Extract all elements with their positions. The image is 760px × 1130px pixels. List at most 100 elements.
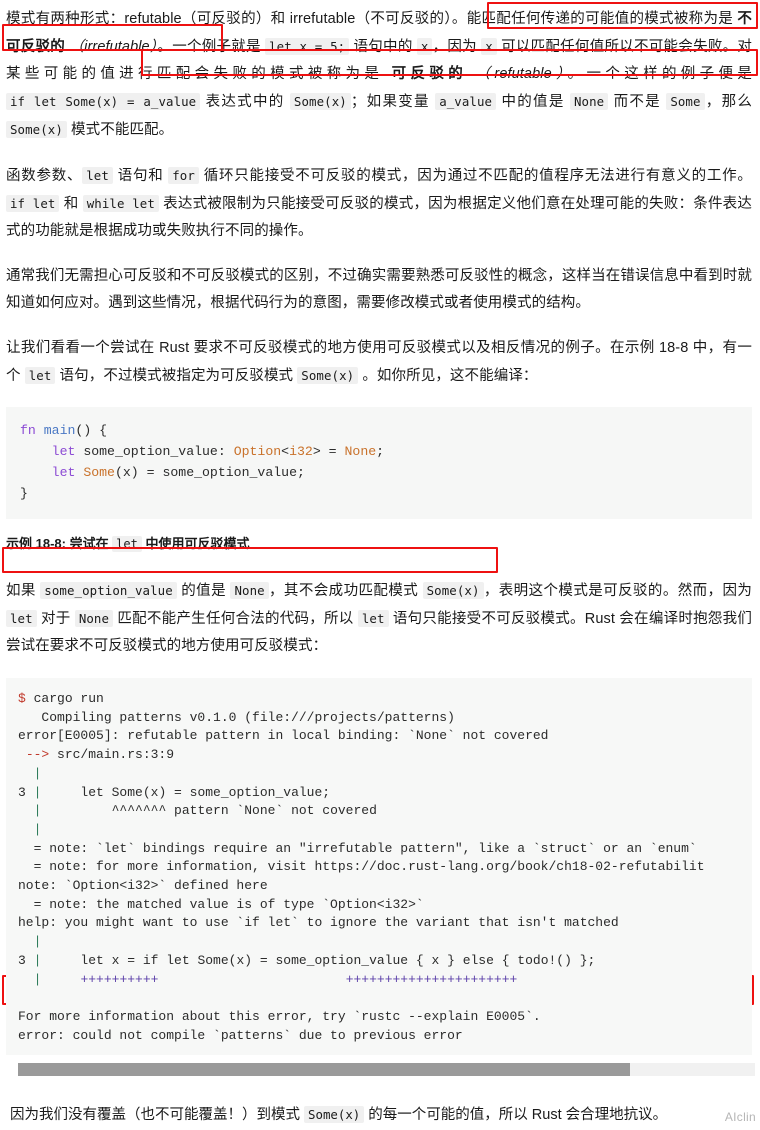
paragraph-where-irrefutable-required: 函数参数、 let 语句和 for 循环只能接受不可反驳的模式，因为通过不匹配的值… <box>6 162 752 245</box>
code-token: () { <box>75 423 108 438</box>
code-token: ++++++++++ <box>80 971 159 987</box>
inline-code-let-x-5: let x = 5; <box>265 38 350 55</box>
inline-code-some-x-2: Some(x) <box>6 121 67 138</box>
p2-seg3: 循环只能接受不可反驳的模式，因为通过不匹配的值程序无法进行有意义的工作。 <box>198 168 753 184</box>
p1-seg3: 。一个例子就是 <box>157 39 266 55</box>
rust-code-block: fn main() { let some_option_value: Optio… <box>6 407 752 519</box>
code-token: cargo run <box>25 691 104 706</box>
p1-seg4: 语句中的 <box>349 39 417 55</box>
inline-code-none-1: None <box>569 93 609 110</box>
code-token: Some <box>83 465 115 480</box>
code-token: some_option_value: <box>83 444 234 459</box>
p5-seg6: 匹配不能产生任何合法的代码，所以 <box>113 611 358 627</box>
code-token: i32 <box>289 444 313 459</box>
inline-code-let-2: let <box>24 367 56 384</box>
inline-code-let-caption: let <box>112 536 142 552</box>
p4-seg2: 语句，不过模式被指定为可反驳模式 <box>55 368 298 384</box>
inline-code-some: Some <box>666 93 705 110</box>
inline-code-if-let-some: if let Some(x) = a_value <box>6 93 201 110</box>
p5-seg4: ，表明这个模式是可反驳的。然而，因为 <box>483 583 752 599</box>
inline-code-while-let: while let <box>82 195 159 212</box>
p1-bold-refutable: 可反驳的 <box>391 66 468 82</box>
inline-code-a-value: a_value <box>435 93 497 110</box>
p1-seg11: 中的值是 <box>496 94 570 110</box>
paragraph-conclusion: 因为我们没有覆盖（也不可能覆盖！）到模式 Some(x) 的每一个可能的值，所以… <box>6 1100 752 1130</box>
p1-seg8: 。一个这样的例子便是 <box>567 66 752 82</box>
code-token: let <box>51 465 84 480</box>
code-token: > = <box>312 444 345 459</box>
code-token: src/main.rs:3:9 <box>49 747 175 763</box>
p6-seg1: 因为我们没有覆盖（也不可能覆盖！）到模式 <box>10 1107 305 1124</box>
code-token: ++++++++++++++++++++++ <box>345 971 518 987</box>
caption-prefix: 示例 18-8: 尝试在 <box>6 536 113 551</box>
inline-code-none-3: None <box>74 610 114 627</box>
code-token: Compiling patterns v0.1.0 (file:///proje… <box>18 709 455 725</box>
inline-code-some-option-value: some_option_value <box>40 582 177 599</box>
code-token: note: `Option<i32>` defined here <box>18 878 268 894</box>
code-token: fn <box>20 423 44 438</box>
code-token: 3 <box>18 784 34 800</box>
inline-code-let-3: let <box>6 610 37 627</box>
inline-code-let-4: let <box>357 610 389 627</box>
p1-seg1: 模式有两种形式：refutable（可反驳的）和 irrefutable（不可反… <box>6 11 467 27</box>
code-token: help: you might want to use `if let` to … <box>18 915 619 931</box>
p4-seg3: 。如你所见，这不能编译： <box>358 368 538 384</box>
rust-code-content: fn main() { let some_option_value: Optio… <box>20 420 752 504</box>
horizontal-scrollbar[interactable] <box>18 1063 755 1077</box>
code-token: ^^^^^^^ pattern `None` not covered <box>41 803 377 819</box>
p1-seg9: 表达式中的 <box>200 94 290 110</box>
code-token: | <box>33 765 42 781</box>
inline-code-if-let: if let <box>6 195 60 212</box>
inline-code-some-x-5: Some(x) <box>304 1106 365 1124</box>
p5-seg5: 对于 <box>36 611 75 627</box>
code-token: None <box>344 444 377 459</box>
p1-seg12: 而不是 <box>608 94 667 110</box>
inline-code-some-x-1: Some(x) <box>289 93 351 110</box>
inline-code-some-x-3: Some(x) <box>297 367 359 384</box>
code-token: Option <box>233 444 282 459</box>
p1-italic-refutable: （refutable） <box>475 66 568 82</box>
code-token: error[E0005]: refutable pattern in local… <box>18 728 549 744</box>
code-token: --> <box>25 747 50 763</box>
inline-code-some-x-4: Some(x) <box>422 582 484 599</box>
code-token: For more information about this error, t… <box>18 1008 541 1024</box>
paragraph-explanation: 如果 some_option_value 的值是 None ，其不会成功匹配模式 … <box>6 577 752 660</box>
scrollbar-thumb[interactable] <box>18 1063 630 1077</box>
caption-suffix: 中使用可反驳模式 <box>141 536 250 551</box>
p6-seg2: 的每一个可能的值，所以 Rust 会合理地抗议。 <box>364 1107 668 1124</box>
inline-code-none-2: None <box>230 582 269 599</box>
p2-seg4: 和 <box>59 196 83 212</box>
p5-seg1: 如果 <box>6 583 41 599</box>
code-token: main <box>43 423 76 438</box>
terminal-output-content: $ cargo run Compiling patterns v0.1.0 (f… <box>18 690 752 1045</box>
code-token: ; <box>376 444 385 459</box>
code-token: let x = if let Some(x) = some_option_val… <box>41 952 596 968</box>
inline-code-x-2: x <box>481 38 497 55</box>
terminal-output-block: $ cargo run Compiling patterns v0.1.0 (f… <box>6 678 752 1056</box>
p2-seg2: 语句和 <box>112 168 169 184</box>
listing-caption: 示例 18-8: 尝试在 let 中使用可反驳模式 <box>6 533 752 555</box>
code-token: | <box>33 821 42 837</box>
paragraph-example-intro: 让我们看看一个尝试在 Rust 要求不可反驳模式的地方使用可反驳模式以及相反情况… <box>6 335 752 390</box>
code-token: = note: `let` bindings require an "irref… <box>18 840 697 856</box>
p1-seg14: 模式不能匹配。 <box>66 122 174 138</box>
p1-seg13: ，那么 <box>704 94 752 110</box>
code-token: | <box>33 934 42 950</box>
p5-seg3: ，其不会成功匹配模式 <box>268 583 423 599</box>
code-token: } <box>20 486 28 501</box>
inline-code-let-1: let <box>82 167 113 184</box>
inline-code-for: for <box>168 167 199 184</box>
paragraph-refutability-intro: 模式有两种形式：refutable（可反驳的）和 irrefutable（不可反… <box>6 6 752 144</box>
p1-seg6: 可以匹配任何值所以不可能会失败。 <box>496 39 738 55</box>
paragraph-no-worry: 通常我们无需担心可反驳和不可反驳模式的区别，不过确实需要熟悉可反驳性的概念，这样… <box>6 268 752 311</box>
inline-code-x-1: x <box>416 38 433 55</box>
code-token: $ <box>18 691 26 706</box>
